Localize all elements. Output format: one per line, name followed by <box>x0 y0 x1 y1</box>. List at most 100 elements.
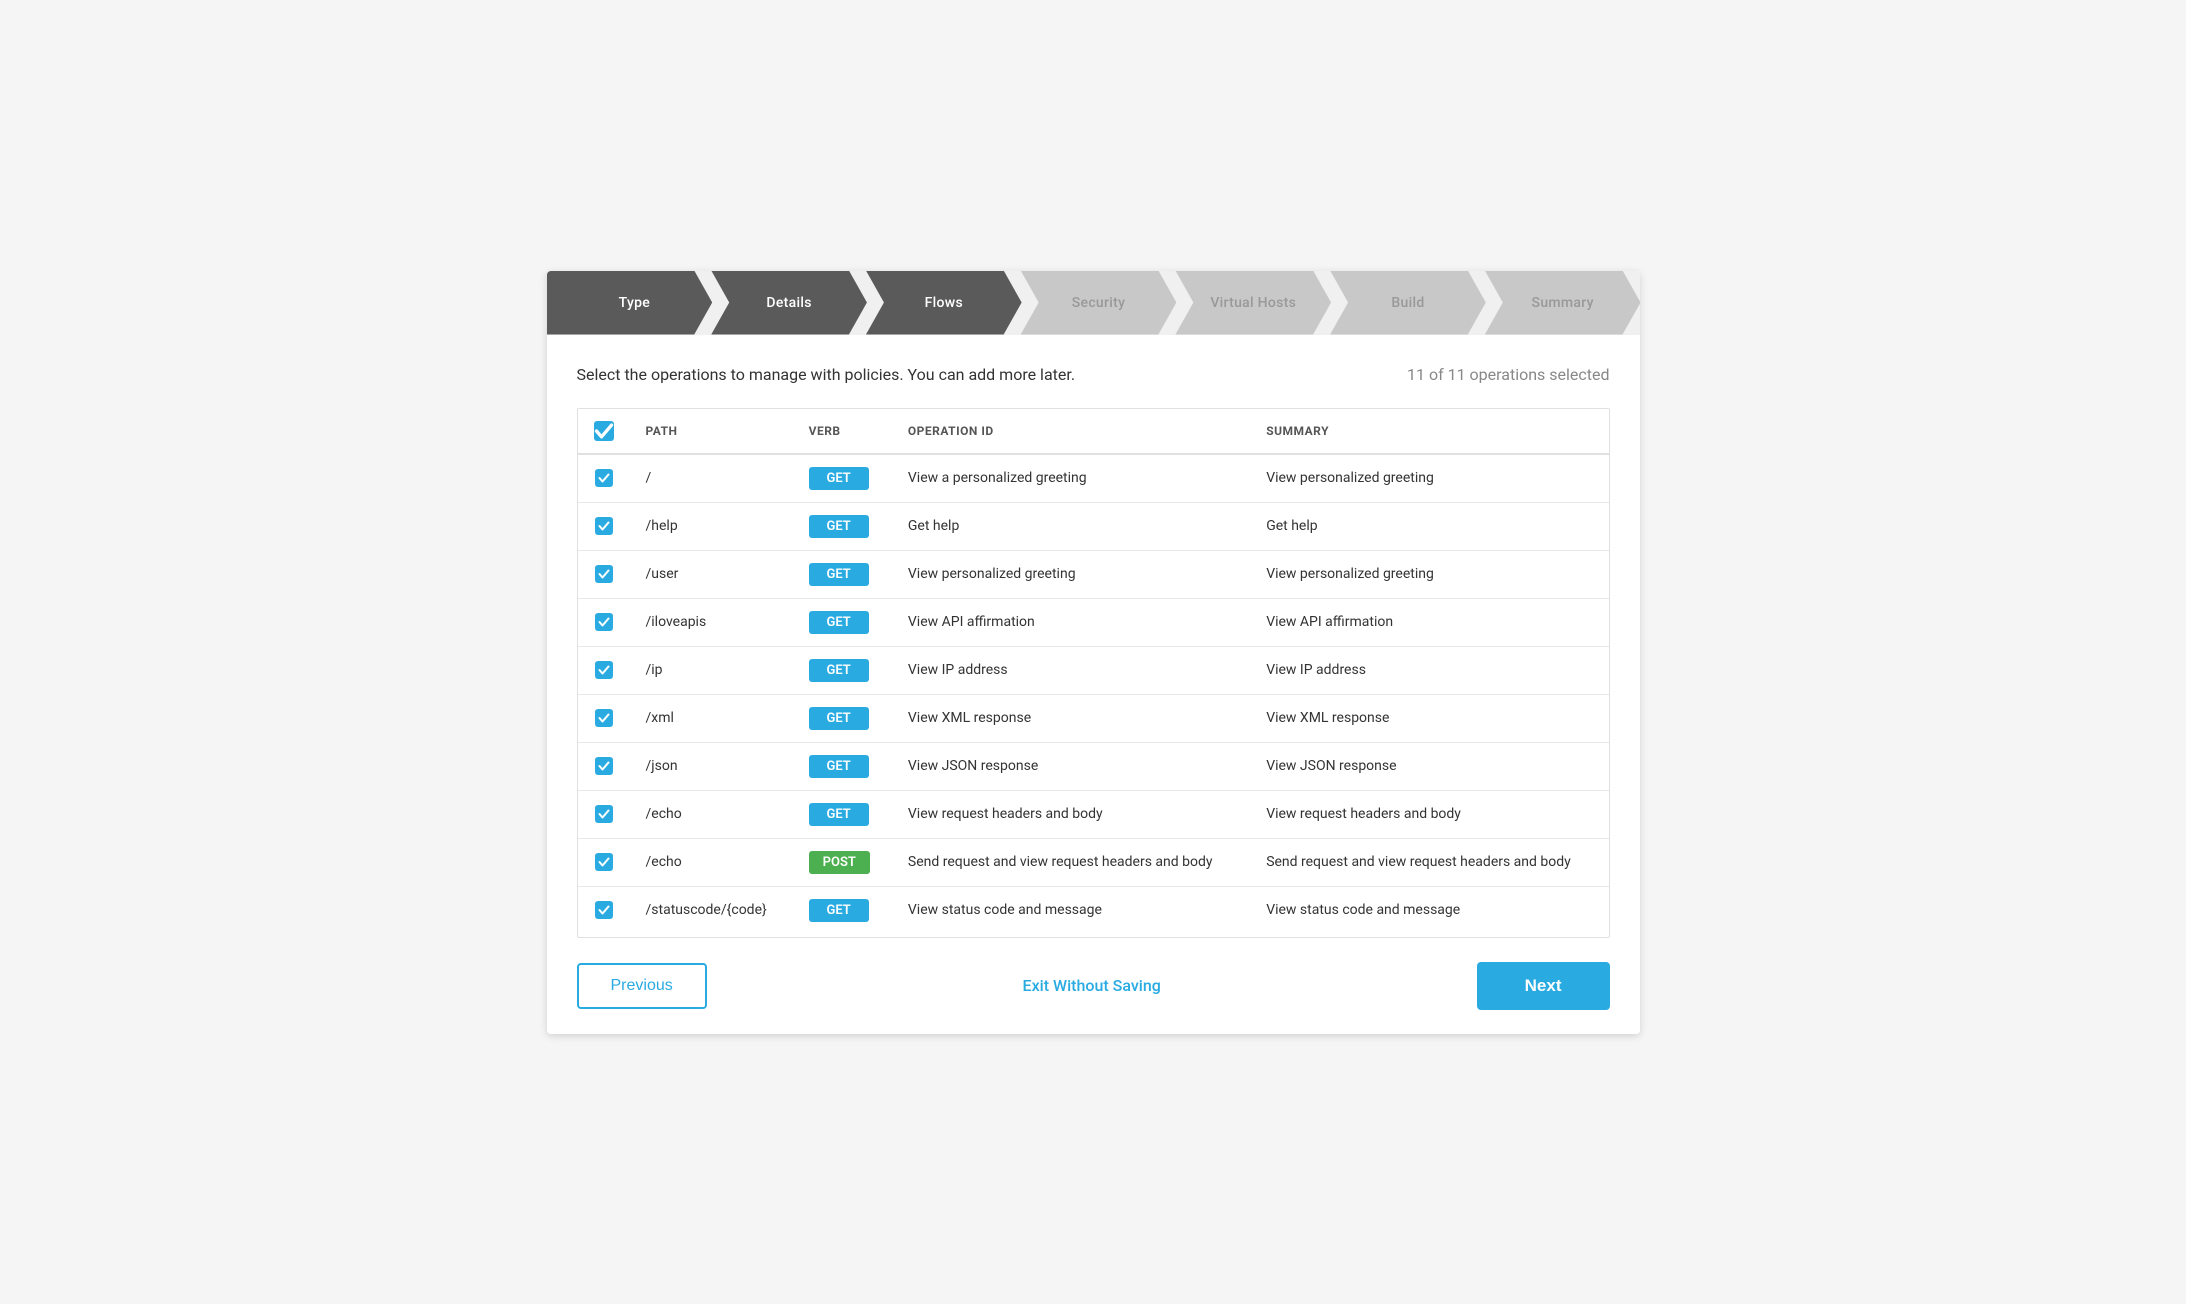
row-path: /echo <box>630 838 793 886</box>
row-path: /user <box>630 550 793 598</box>
row-summary: View personalized greeting <box>1250 550 1608 598</box>
row-summary: View API affirmation <box>1250 598 1608 646</box>
row-checkbox-cell <box>578 454 630 503</box>
ops-selected-count: 11 of 11 operations selected <box>1407 365 1610 384</box>
row-operation-id: View request headers and body <box>892 790 1250 838</box>
row-summary: View XML response <box>1250 694 1608 742</box>
row-checkbox-cell <box>578 838 630 886</box>
row-checkbox[interactable] <box>595 853 613 871</box>
stepper: Type Details Flows Security Virtual Host… <box>547 271 1640 335</box>
step-summary[interactable]: Summary <box>1485 271 1640 335</box>
row-checkbox[interactable] <box>595 757 613 775</box>
row-checkbox[interactable] <box>595 709 613 727</box>
row-summary: View IP address <box>1250 646 1608 694</box>
row-summary: View personalized greeting <box>1250 454 1608 503</box>
step-type-label: Type <box>619 295 650 311</box>
row-verb: GET <box>793 502 892 550</box>
row-verb: GET <box>793 598 892 646</box>
content-header: Select the operations to manage with pol… <box>577 365 1610 384</box>
step-details[interactable]: Details <box>711 271 867 335</box>
table-row: /userGETView personalized greetingView p… <box>578 550 1609 598</box>
header-checkbox-cell <box>578 409 630 454</box>
verb-badge-get: GET <box>809 611 869 634</box>
table-row: /help GET Get helpGet help <box>578 502 1609 550</box>
table-row: /echoGETView request headers and bodyVie… <box>578 790 1609 838</box>
table-row: / GET View a personalized greetingView per… <box>578 454 1609 503</box>
row-checkbox-cell <box>578 646 630 694</box>
header-operation-id: OPERATION ID <box>892 409 1250 454</box>
step-details-label: Details <box>766 295 811 311</box>
header-summary: SUMMARY <box>1250 409 1608 454</box>
verb-badge-get: GET <box>809 899 869 922</box>
row-path: /xml <box>630 694 793 742</box>
row-operation-id: View IP address <box>892 646 1250 694</box>
step-virtual-hosts[interactable]: Virtual Hosts <box>1175 271 1331 335</box>
step-type[interactable]: Type <box>547 271 713 335</box>
row-summary: Send request and view request headers an… <box>1250 838 1608 886</box>
operations-table: PATH VERB OPERATION ID SUMMARY / GET View … <box>578 409 1609 934</box>
table-row: /iloveapis GET View API affirmationView AP… <box>578 598 1609 646</box>
row-path: /echo <box>630 790 793 838</box>
verb-badge-post: POST <box>809 851 870 874</box>
row-path: /ip <box>630 646 793 694</box>
step-summary-label: Summary <box>1532 295 1594 311</box>
row-checkbox[interactable] <box>595 565 613 583</box>
header-description: Select the operations to manage with pol… <box>577 365 1076 384</box>
row-checkbox[interactable] <box>595 517 613 535</box>
row-checkbox[interactable] <box>595 469 613 487</box>
step-security[interactable]: Security <box>1021 271 1177 335</box>
step-flows-label: Flows <box>925 295 963 311</box>
row-checkbox[interactable] <box>595 805 613 823</box>
step-build[interactable]: Build <box>1330 271 1486 335</box>
table-row: /xml GET View XML responseView XML respons… <box>578 694 1609 742</box>
row-checkbox[interactable] <box>595 613 613 631</box>
step-security-label: Security <box>1072 295 1126 311</box>
row-summary: Get help <box>1250 502 1608 550</box>
row-operation-id: View a personalized greeting <box>892 454 1250 503</box>
row-checkbox-cell <box>578 790 630 838</box>
header-path: PATH <box>630 409 793 454</box>
step-build-label: Build <box>1391 295 1424 311</box>
row-operation-id: Send request and view request headers an… <box>892 838 1250 886</box>
header-verb: VERB <box>793 409 892 454</box>
row-operation-id: View personalized greeting <box>892 550 1250 598</box>
previous-button[interactable]: Previous <box>577 963 707 1009</box>
row-checkbox-cell <box>578 886 630 934</box>
row-operation-id: View API affirmation <box>892 598 1250 646</box>
wizard-container: Type Details Flows Security Virtual Host… <box>547 271 1640 1034</box>
row-path: /json <box>630 742 793 790</box>
row-path: / <box>630 454 793 503</box>
exit-without-saving-button[interactable]: Exit Without Saving <box>1023 976 1161 995</box>
step-virtual-hosts-label: Virtual Hosts <box>1210 295 1296 311</box>
verb-badge-get: GET <box>809 467 869 490</box>
row-verb: GET <box>793 454 892 503</box>
row-checkbox-cell <box>578 742 630 790</box>
verb-badge-get: GET <box>809 707 869 730</box>
row-path: /iloveapis <box>630 598 793 646</box>
step-flows[interactable]: Flows <box>866 271 1022 335</box>
row-operation-id: View XML response <box>892 694 1250 742</box>
main-content: Select the operations to manage with pol… <box>547 335 1640 938</box>
operations-table-wrapper[interactable]: PATH VERB OPERATION ID SUMMARY / GET View … <box>577 408 1610 938</box>
table-header-row: PATH VERB OPERATION ID SUMMARY <box>578 409 1609 454</box>
row-checkbox[interactable] <box>595 901 613 919</box>
row-operation-id: Get help <box>892 502 1250 550</box>
row-path: /help <box>630 502 793 550</box>
row-verb: GET <box>793 742 892 790</box>
next-button[interactable]: Next <box>1477 962 1610 1010</box>
row-verb: POST <box>793 838 892 886</box>
row-checkbox[interactable] <box>595 661 613 679</box>
row-operation-id: View JSON response <box>892 742 1250 790</box>
table-row: /echo POST Send request and view request h… <box>578 838 1609 886</box>
row-verb: GET <box>793 886 892 934</box>
verb-badge-get: GET <box>809 659 869 682</box>
table-row: /ip GET View IP addressView IP address <box>578 646 1609 694</box>
footer: Previous Exit Without Saving Next <box>547 938 1640 1034</box>
row-operation-id: View status code and message <box>892 886 1250 934</box>
verb-badge-get: GET <box>809 803 869 826</box>
select-all-checkbox[interactable] <box>594 421 614 441</box>
verb-badge-get: GET <box>809 515 869 538</box>
verb-badge-get: GET <box>809 755 869 778</box>
row-checkbox-cell <box>578 550 630 598</box>
row-checkbox-cell <box>578 502 630 550</box>
